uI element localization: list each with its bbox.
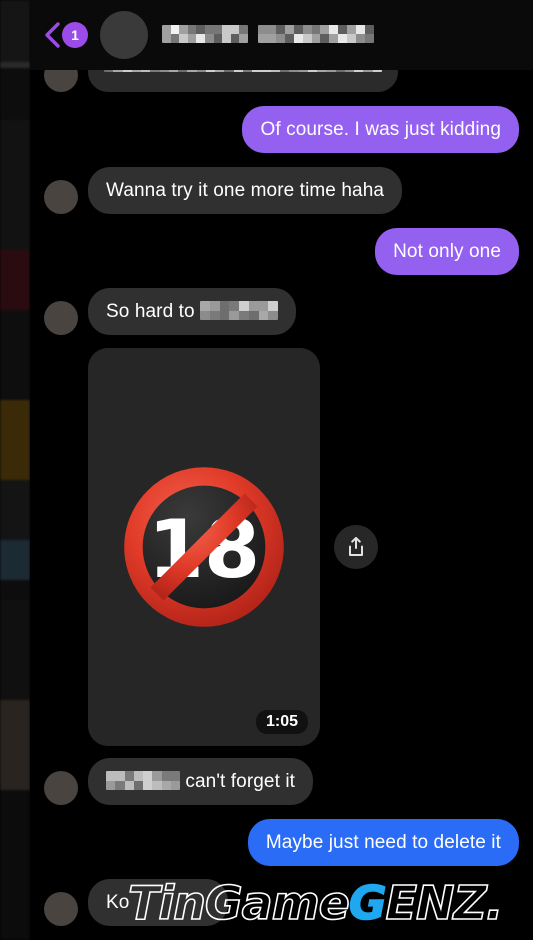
- message-row: Not only one: [30, 228, 533, 275]
- message-row: Of course. I was just kidding: [30, 106, 533, 153]
- redaction-mosaic: [200, 301, 279, 320]
- message-row: Wanna try it one more time haha: [30, 167, 533, 214]
- share-upload-icon: [349, 537, 363, 556]
- redaction-mosaic: [162, 25, 248, 43]
- contact-avatar[interactable]: [100, 11, 148, 59]
- chat-header: 1: [30, 0, 533, 70]
- unread-count-badge[interactable]: 1: [62, 22, 88, 48]
- media-duration: 1:05: [255, 710, 308, 734]
- bubble-incoming[interactable]: Ko: [88, 879, 228, 926]
- avatar[interactable]: [44, 771, 78, 805]
- bubble-incoming[interactable]: So hard to: [88, 288, 297, 335]
- redaction-mosaic: [258, 25, 374, 43]
- avatar[interactable]: [44, 892, 78, 926]
- bubble-outgoing[interactable]: Maybe just need to delete it: [247, 819, 519, 866]
- avatar[interactable]: [44, 180, 78, 214]
- message-thread[interactable]: Of course. I was just kidding Wanna try …: [30, 0, 533, 940]
- message-row: Ko: [30, 879, 533, 926]
- contact-name-censored: [162, 25, 521, 45]
- back-button[interactable]: [42, 20, 64, 50]
- bubble-text: So hard to: [106, 301, 201, 322]
- bubble-outgoing[interactable]: Not only one: [375, 228, 519, 275]
- background-edge-strip: [0, 0, 30, 940]
- bubble-text: can't forget it: [180, 771, 296, 792]
- redaction-mosaic: [106, 771, 180, 790]
- no-one-under-eighteen-icon: 18: [124, 467, 284, 627]
- share-button[interactable]: [334, 525, 378, 569]
- bubble-incoming[interactable]: can't forget it: [88, 758, 314, 805]
- bubble-outgoing[interactable]: Of course. I was just kidding: [242, 106, 519, 153]
- avatar[interactable]: [44, 301, 78, 335]
- media-attachment[interactable]: 18 1:05: [88, 348, 320, 746]
- chat-screen: Of course. I was just kidding Wanna try …: [30, 0, 533, 940]
- message-row: Maybe just need to delete it: [30, 819, 533, 866]
- chevron-left-icon: [45, 22, 60, 48]
- message-row-media: 18 1:05: [30, 348, 533, 746]
- message-row: can't forget it: [30, 758, 533, 805]
- bubble-incoming[interactable]: Wanna try it one more time haha: [88, 167, 403, 214]
- message-row: So hard to: [30, 288, 533, 335]
